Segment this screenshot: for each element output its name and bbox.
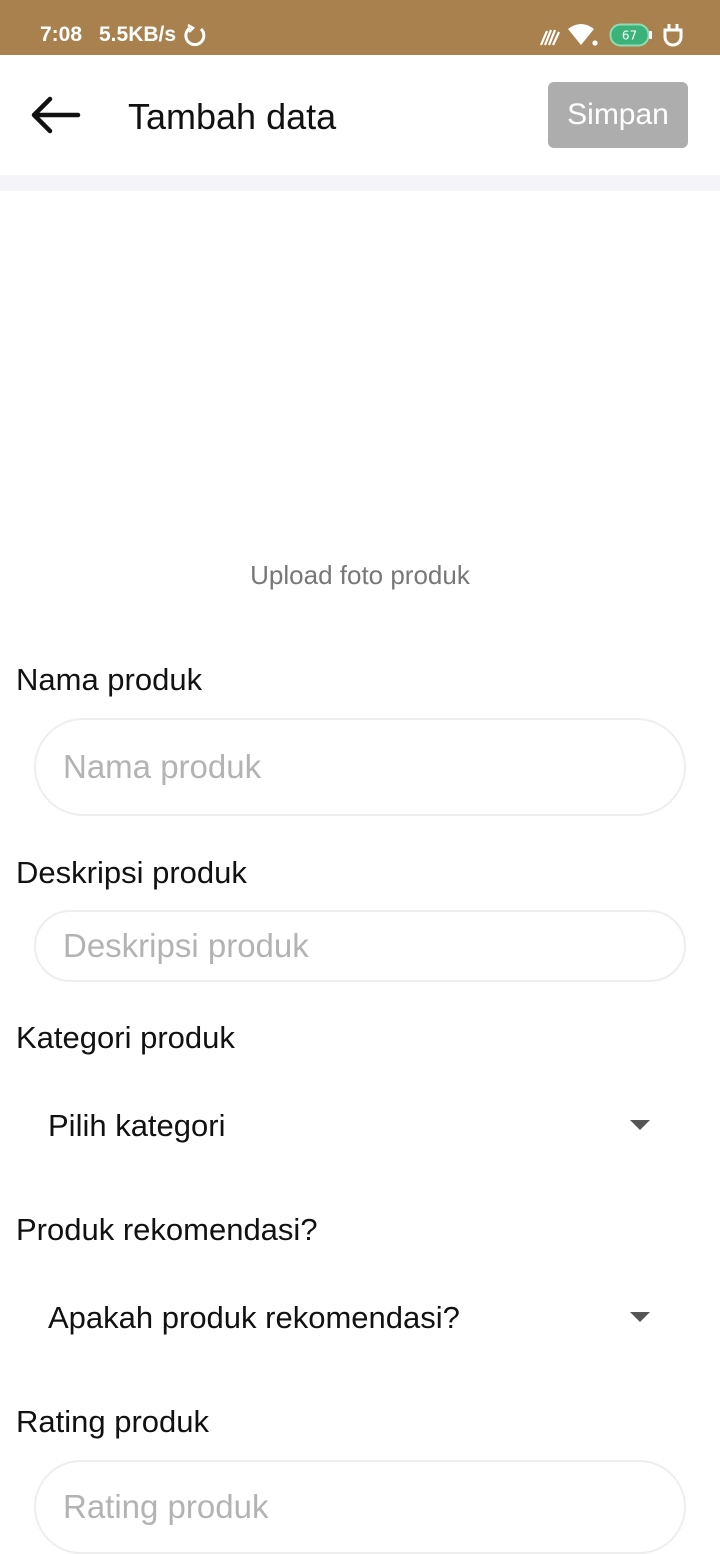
app-bar-divider	[0, 175, 720, 191]
name-label: Nama produk	[16, 662, 203, 697]
recommended-dropdown[interactable]: Apakah produk rekomendasi?	[0, 1280, 720, 1356]
category-selected-value: Pilih kategori	[48, 1108, 226, 1143]
category-dropdown[interactable]: Pilih kategori	[0, 1088, 720, 1164]
battery-icon: 67	[609, 23, 652, 47]
network-speed: 5.5KB/s	[99, 23, 177, 46]
vibrate-icon	[539, 29, 560, 46]
photo-upload-area[interactable]: Upload foto produk	[0, 191, 720, 611]
dropdown-arrow-icon	[630, 1312, 650, 1322]
upload-photo-label: Upload foto produk	[250, 560, 470, 590]
save-button[interactable]: Simpan	[548, 82, 688, 148]
name-input[interactable]	[34, 718, 686, 816]
category-label: Kategori produk	[16, 1020, 235, 1055]
back-arrow-icon	[31, 96, 81, 134]
battery-level: 67	[622, 29, 637, 43]
description-input[interactable]	[34, 910, 686, 982]
rating-input[interactable]	[34, 1460, 686, 1554]
wifi-icon	[568, 24, 598, 46]
rating-label: Rating produk	[16, 1404, 210, 1439]
page-title: Tambah data	[128, 96, 337, 137]
app-bar: Tambah data Simpan	[0, 55, 720, 175]
back-button[interactable]	[20, 85, 92, 145]
recommended-label: Produk rekomendasi?	[16, 1212, 318, 1247]
recommended-selected-value: Apakah produk rekomendasi?	[48, 1300, 460, 1335]
charging-plug-icon	[663, 24, 683, 47]
status-time: 7:08	[40, 23, 83, 46]
status-bar: 7:08 5.5KB/s 67	[0, 0, 720, 55]
sync-icon	[184, 24, 206, 47]
dropdown-arrow-icon	[630, 1120, 650, 1130]
description-label: Deskripsi produk	[16, 855, 247, 890]
